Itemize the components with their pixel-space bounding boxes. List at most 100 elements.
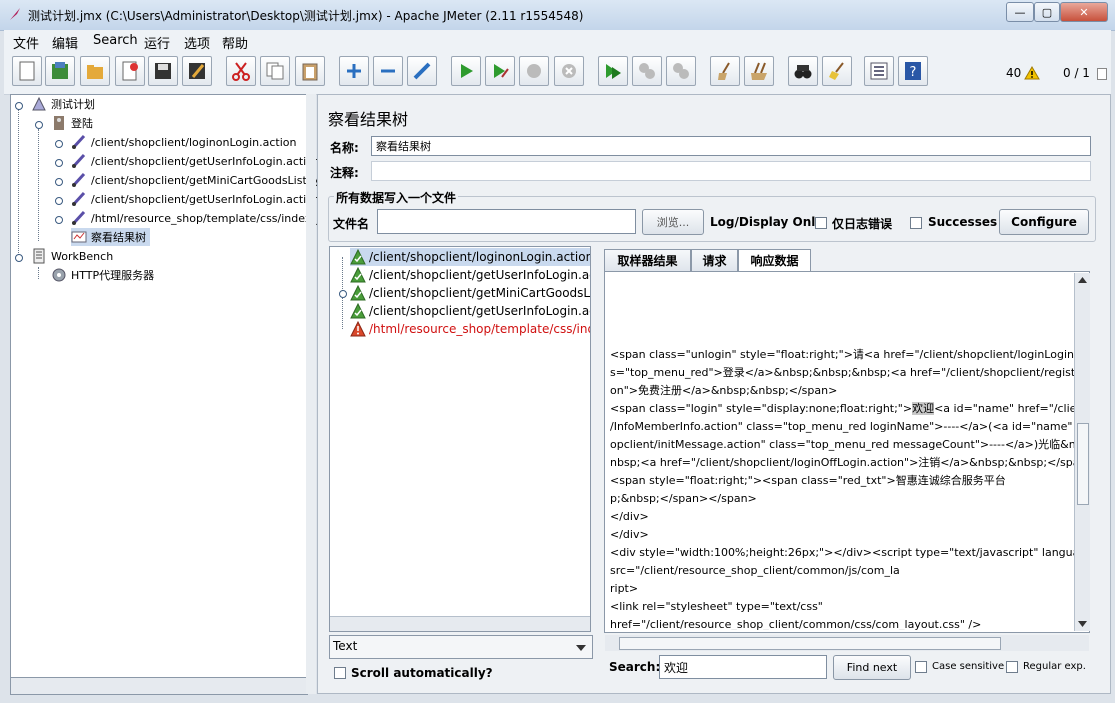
error-count: 40 <box>1006 66 1022 80</box>
tree-item-sampler[interactable]: /client/shopclient/getMiniCartGoodsListB… <box>71 171 337 189</box>
tree-item-sampler[interactable]: /html/resource_shop/template/css/index_2… <box>71 209 338 227</box>
templates-button[interactable] <box>45 56 75 86</box>
tree-horizontal-scrollbar[interactable] <box>10 677 308 695</box>
menu-options[interactable]: 选项 <box>184 33 210 52</box>
renderer-select[interactable] <box>329 635 593 659</box>
open-button[interactable] <box>80 56 110 86</box>
shutdown-icon <box>562 64 576 78</box>
remote-shutdown-button[interactable] <box>666 56 696 86</box>
broom-icon <box>829 62 844 80</box>
tree-item-sampler[interactable]: /client/shopclient/getUserInfoLogin.acti… <box>71 190 320 208</box>
workbench-icon <box>33 248 45 264</box>
collapse-button[interactable] <box>373 56 403 86</box>
function-helper-button[interactable] <box>864 56 894 86</box>
result-item[interactable]: /client/shopclient/getMiniCartGoodsListB <box>350 284 590 302</box>
menu-bar: 文件 编辑 Search 运行 选项 帮助 <box>4 30 1111 52</box>
scroll-thumb[interactable] <box>1077 423 1089 505</box>
templates-icon <box>52 62 68 79</box>
remote-stop-icon <box>639 63 655 79</box>
configure-button[interactable]: Configure <box>999 209 1089 235</box>
tree-item-http-proxy[interactable]: HTTP代理服务器 <box>51 266 154 284</box>
tree-item-workbench[interactable]: WorkBench <box>31 247 113 265</box>
response-data-view[interactable]: <span class="unlogin" style="float:right… <box>604 271 1090 633</box>
menu-help[interactable]: 帮助 <box>222 33 248 52</box>
clear-all-button[interactable] <box>744 56 774 86</box>
response-horizontal-scrollbar[interactable] <box>605 635 1089 651</box>
filename-field[interactable] <box>377 209 636 234</box>
scroll-automatically-checkbox[interactable] <box>334 667 346 679</box>
result-item[interactable]: /client/shopclient/loginonLogin.action <box>350 248 590 266</box>
code-line: <link rel="stylesheet" type="text/css" <box>610 600 823 613</box>
tab-sampler-result[interactable]: 取样器结果 <box>604 249 691 271</box>
scroll-thumb[interactable] <box>619 637 1001 650</box>
window-title: 测试计划.jmx (C:\Users\Administrator\Desktop… <box>28 9 584 23</box>
split-pane-divider[interactable] <box>306 94 316 694</box>
search-input[interactable] <box>659 655 827 679</box>
toggle-button[interactable] <box>407 56 437 86</box>
name-field[interactable] <box>371 136 1091 156</box>
result-item[interactable]: /client/shopclient/getUserInfoLogin.acti… <box>350 266 590 284</box>
maximize-button[interactable]: ▢ <box>1034 2 1060 22</box>
browse-button[interactable]: 浏览... <box>642 209 704 235</box>
code-line: on">免费注册</a>&nbsp;&nbsp;</span> <box>610 384 838 397</box>
menu-edit[interactable]: 编辑 <box>52 33 78 52</box>
close-button[interactable]: ✕ <box>1060 2 1108 22</box>
remote-stop-button[interactable] <box>632 56 662 86</box>
running-indicator <box>1097 68 1107 80</box>
results-horizontal-scrollbar[interactable] <box>330 616 590 631</box>
warning-icon[interactable] <box>1024 66 1040 80</box>
tree-item-test-plan[interactable]: 测试计划 <box>31 95 95 113</box>
scroll-automatically-label: Scroll automatically? <box>351 666 493 680</box>
file-group-title: 所有数据写入一个文件 <box>334 189 459 206</box>
toggle-icon <box>413 62 431 80</box>
sample-results-list[interactable]: /client/shopclient/loginonLogin.action /… <box>329 246 591 632</box>
comment-field[interactable] <box>371 161 1091 181</box>
errors-only-checkbox[interactable] <box>815 217 827 229</box>
code-line: nbsp;<a href="/client/shopclient/loginOf… <box>610 456 1076 469</box>
stop-button[interactable] <box>519 56 549 86</box>
copy-button[interactable] <box>260 56 290 86</box>
menu-file[interactable]: 文件 <box>13 33 39 52</box>
cut-button[interactable] <box>226 56 256 86</box>
paste-icon <box>302 63 318 81</box>
regular-exp-checkbox[interactable] <box>1006 661 1018 673</box>
new-button[interactable] <box>12 56 42 86</box>
response-vertical-scrollbar[interactable] <box>1074 273 1090 631</box>
code-line: href="/client/resource_shop_client/commo… <box>610 618 982 630</box>
success-icon <box>350 249 366 265</box>
tree-item-sampler[interactable]: /client/shopclient/getUserInfoLogin.acti… <box>71 152 320 170</box>
tree-item-thread-group[interactable]: 登陆 <box>51 114 93 132</box>
reset-search-button[interactable] <box>822 56 852 86</box>
help-button[interactable]: ? <box>898 56 928 86</box>
code-line: ript> <box>610 582 639 595</box>
result-item[interactable]: /client/shopclient/getUserInfoLogin.acti… <box>350 302 590 320</box>
find-next-button[interactable]: Find next <box>833 655 911 680</box>
result-item-error[interactable]: /html/resource_shop/template/css/index_ <box>350 320 590 338</box>
menu-run[interactable]: 运行 <box>144 33 170 52</box>
response-body: <span class="unlogin" style="float:right… <box>610 346 1076 630</box>
remote-start-button[interactable] <box>598 56 628 86</box>
tab-response-data[interactable]: 响应数据 <box>738 249 811 271</box>
start-no-pause-icon <box>494 64 509 78</box>
search-button[interactable] <box>788 56 818 86</box>
tree-item-sampler[interactable]: /client/shopclient/loginonLogin.action <box>71 133 297 151</box>
tab-request[interactable]: 请求 <box>691 249 738 271</box>
shutdown-button[interactable] <box>554 56 584 86</box>
chevron-down-icon <box>576 645 586 651</box>
test-plan-tree[interactable]: 测试计划 登陆 /client/shopclient/loginonLogin.… <box>10 94 338 678</box>
paste-button[interactable] <box>295 56 325 86</box>
sampler-icon <box>71 153 86 169</box>
minimize-button[interactable]: — <box>1006 2 1034 22</box>
successes-checkbox[interactable] <box>910 217 922 229</box>
case-sensitive-checkbox[interactable] <box>915 661 927 673</box>
save-button[interactable] <box>148 56 178 86</box>
menu-search[interactable]: Search <box>93 33 138 48</box>
code-line: <span class="login" style="display:none;… <box>610 402 1076 415</box>
clear-button[interactable] <box>710 56 740 86</box>
save-as-button[interactable] <box>182 56 212 86</box>
start-button[interactable] <box>451 56 481 86</box>
close-file-button[interactable] <box>115 56 145 86</box>
expand-button[interactable] <box>339 56 369 86</box>
start-no-pause-button[interactable] <box>485 56 515 86</box>
tree-item-view-results-tree[interactable]: 察看结果树 <box>71 228 150 246</box>
